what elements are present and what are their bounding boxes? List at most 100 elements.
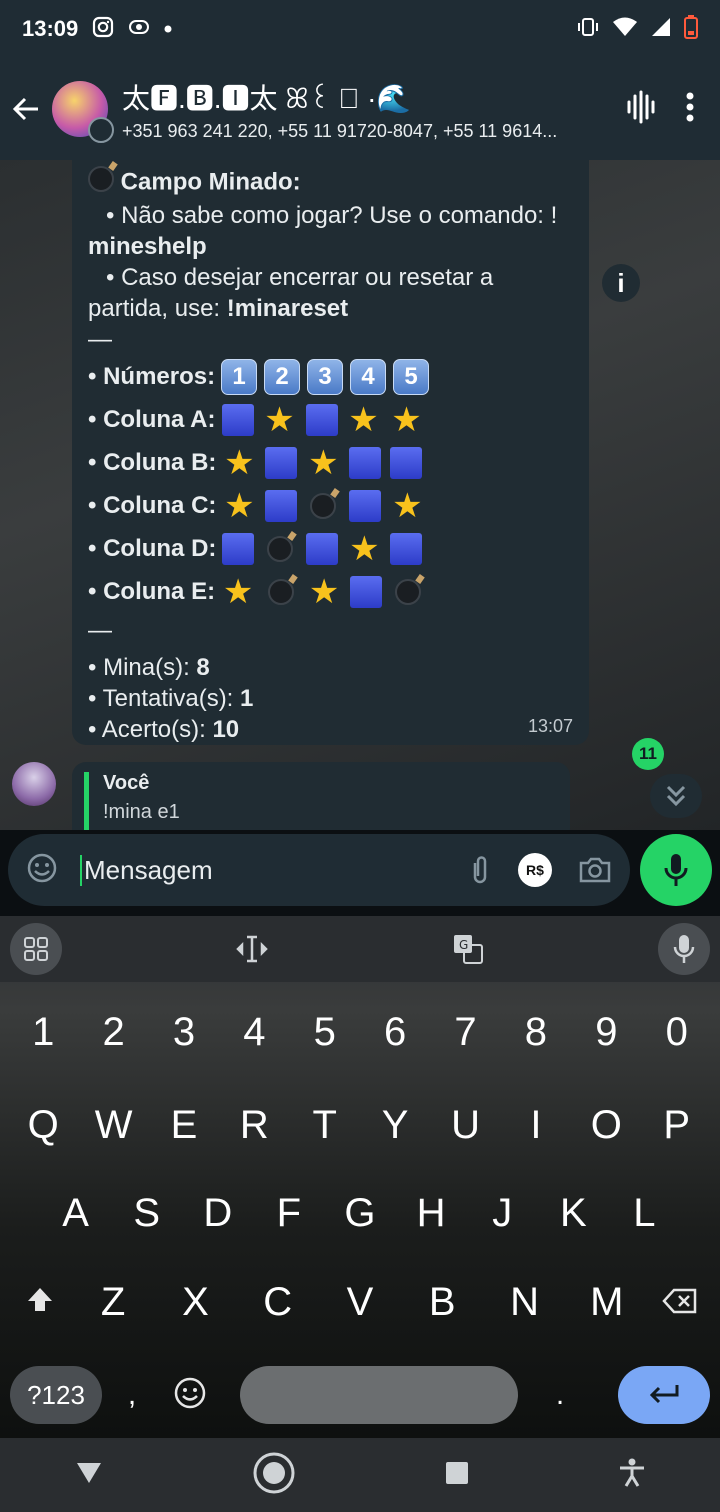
more-options-icon[interactable] xyxy=(686,92,694,127)
key[interactable]: 5 xyxy=(293,1010,357,1055)
reset-text-2: partida, use: xyxy=(88,295,227,322)
key[interactable]: G xyxy=(328,1191,392,1236)
key[interactable]: P xyxy=(645,1103,709,1148)
reply-bubble[interactable]: Você !mina e1 xyxy=(72,762,570,830)
nav-home-icon[interactable] xyxy=(252,1451,296,1500)
blue-square-icon xyxy=(349,446,382,479)
star-icon: ★ xyxy=(308,443,339,482)
group-info[interactable]: 太🅵.🅱.🅸太 ꕤ꒰ ⃝ ·🌊 +351 963 241 220, +55 11… xyxy=(122,77,610,142)
quoted-message[interactable]: Você !mina e1 xyxy=(84,772,558,830)
nav-back-icon[interactable] xyxy=(75,1461,103,1490)
hits-label: • Acerto(s): xyxy=(88,716,213,743)
key[interactable]: A xyxy=(44,1191,108,1236)
key[interactable]: B xyxy=(410,1280,474,1325)
scroll-down-button[interactable] xyxy=(650,774,702,818)
payment-icon[interactable]: R$ xyxy=(518,853,552,887)
group-title: 太🅵.🅱.🅸太 ꕤ꒰ ⃝ ·🌊 xyxy=(122,82,412,114)
bomb-shape xyxy=(310,492,337,519)
key[interactable]: T xyxy=(293,1103,357,1148)
key[interactable]: Q xyxy=(11,1103,75,1148)
enter-icon xyxy=(649,1385,679,1404)
reset-text: • Caso desejar encerrar ou resetar a xyxy=(106,264,494,291)
key[interactable]: 9 xyxy=(574,1010,638,1055)
key[interactable]: 0 xyxy=(645,1010,709,1055)
message-title-line: Campo Minado: xyxy=(88,166,573,200)
key[interactable]: L xyxy=(612,1191,676,1236)
key[interactable]: M xyxy=(575,1280,639,1325)
quoted-text: !mina e1 xyxy=(103,801,180,823)
key[interactable]: H xyxy=(399,1191,463,1236)
mines-line: • Mina(s): 8 xyxy=(88,652,573,683)
microphone-icon xyxy=(664,854,688,886)
divider-2: — xyxy=(88,617,112,644)
wifi-icon xyxy=(612,16,638,43)
key[interactable]: C xyxy=(246,1280,310,1325)
message-input[interactable]: Mensagem R$ xyxy=(8,834,630,906)
key[interactable]: E xyxy=(152,1103,216,1148)
info-icon[interactable]: i xyxy=(602,264,640,302)
key[interactable]: 3 xyxy=(152,1010,216,1055)
numbers-row: • Números: 1 2 3 4 5 xyxy=(88,355,573,398)
battery-icon xyxy=(684,14,698,44)
reset-line: • Caso desejar encerrar ou resetar a xyxy=(88,262,573,293)
key[interactable]: N xyxy=(493,1280,557,1325)
message-time: 13:07 xyxy=(527,716,573,736)
apps-grid-icon[interactable] xyxy=(10,923,62,975)
space-bar[interactable] xyxy=(240,1366,518,1424)
key[interactable]: X xyxy=(163,1280,227,1325)
key[interactable]: 6 xyxy=(363,1010,427,1055)
avatar[interactable] xyxy=(12,762,56,806)
back-button[interactable] xyxy=(0,79,52,139)
attach-icon[interactable] xyxy=(468,853,492,887)
notification-dot-icon xyxy=(164,20,172,38)
key[interactable]: I xyxy=(504,1103,568,1148)
group-avatar[interactable] xyxy=(52,81,114,143)
voice-message-button[interactable] xyxy=(640,834,712,906)
enter-key[interactable] xyxy=(618,1366,710,1424)
key[interactable]: 1 xyxy=(11,1010,75,1055)
chat-area[interactable]: Campo Minado: • Não sabe como jogar? Use… xyxy=(0,160,720,830)
key[interactable]: K xyxy=(541,1191,605,1236)
accessibility-icon[interactable] xyxy=(618,1458,646,1493)
nav-recents-icon[interactable] xyxy=(445,1461,469,1490)
backspace-key[interactable] xyxy=(648,1280,712,1325)
bomb-shape xyxy=(268,578,295,605)
comma-key[interactable]: , xyxy=(102,1378,162,1412)
symbols-key[interactable]: ?123 xyxy=(10,1366,102,1424)
message-placeholder[interactable]: Mensagem xyxy=(80,854,442,886)
key[interactable]: J xyxy=(470,1191,534,1236)
key[interactable]: R xyxy=(222,1103,286,1148)
blue-square-icon xyxy=(265,446,298,479)
translate-icon[interactable]: G xyxy=(442,923,494,975)
shift-key[interactable] xyxy=(8,1280,72,1325)
community-badge-icon xyxy=(88,117,114,143)
key[interactable]: Z xyxy=(81,1280,145,1325)
period-key[interactable]: . xyxy=(540,1378,580,1412)
cursor-control-icon[interactable] xyxy=(226,923,278,975)
star-icon: ★ xyxy=(348,400,379,439)
key[interactable]: F xyxy=(257,1191,321,1236)
key[interactable]: D xyxy=(186,1191,250,1236)
key-row-3: ZXCVBNM xyxy=(0,1258,720,1346)
emoji-key[interactable] xyxy=(162,1376,218,1415)
key[interactable]: V xyxy=(328,1280,392,1325)
blue-square-icon xyxy=(350,575,383,608)
key[interactable]: 2 xyxy=(82,1010,146,1055)
bomb-icon xyxy=(263,532,297,566)
key[interactable]: Y xyxy=(363,1103,427,1148)
camera-icon[interactable] xyxy=(578,855,612,885)
keyboard-mic-icon[interactable] xyxy=(658,923,710,975)
key[interactable]: 7 xyxy=(434,1010,498,1055)
instagram-icon xyxy=(92,16,114,43)
voice-chat-icon[interactable] xyxy=(626,90,656,129)
key[interactable]: S xyxy=(115,1191,179,1236)
key[interactable]: 8 xyxy=(504,1010,568,1055)
key[interactable]: U xyxy=(434,1103,498,1148)
key[interactable]: O xyxy=(574,1103,638,1148)
key[interactable]: 4 xyxy=(222,1010,286,1055)
message-bubble[interactable]: Campo Minado: • Não sabe como jogar? Use… xyxy=(72,160,589,745)
emoji-icon[interactable] xyxy=(26,852,58,889)
screen-record-icon xyxy=(128,16,150,43)
key[interactable]: W xyxy=(82,1103,146,1148)
star-icon: ★ xyxy=(224,443,255,482)
